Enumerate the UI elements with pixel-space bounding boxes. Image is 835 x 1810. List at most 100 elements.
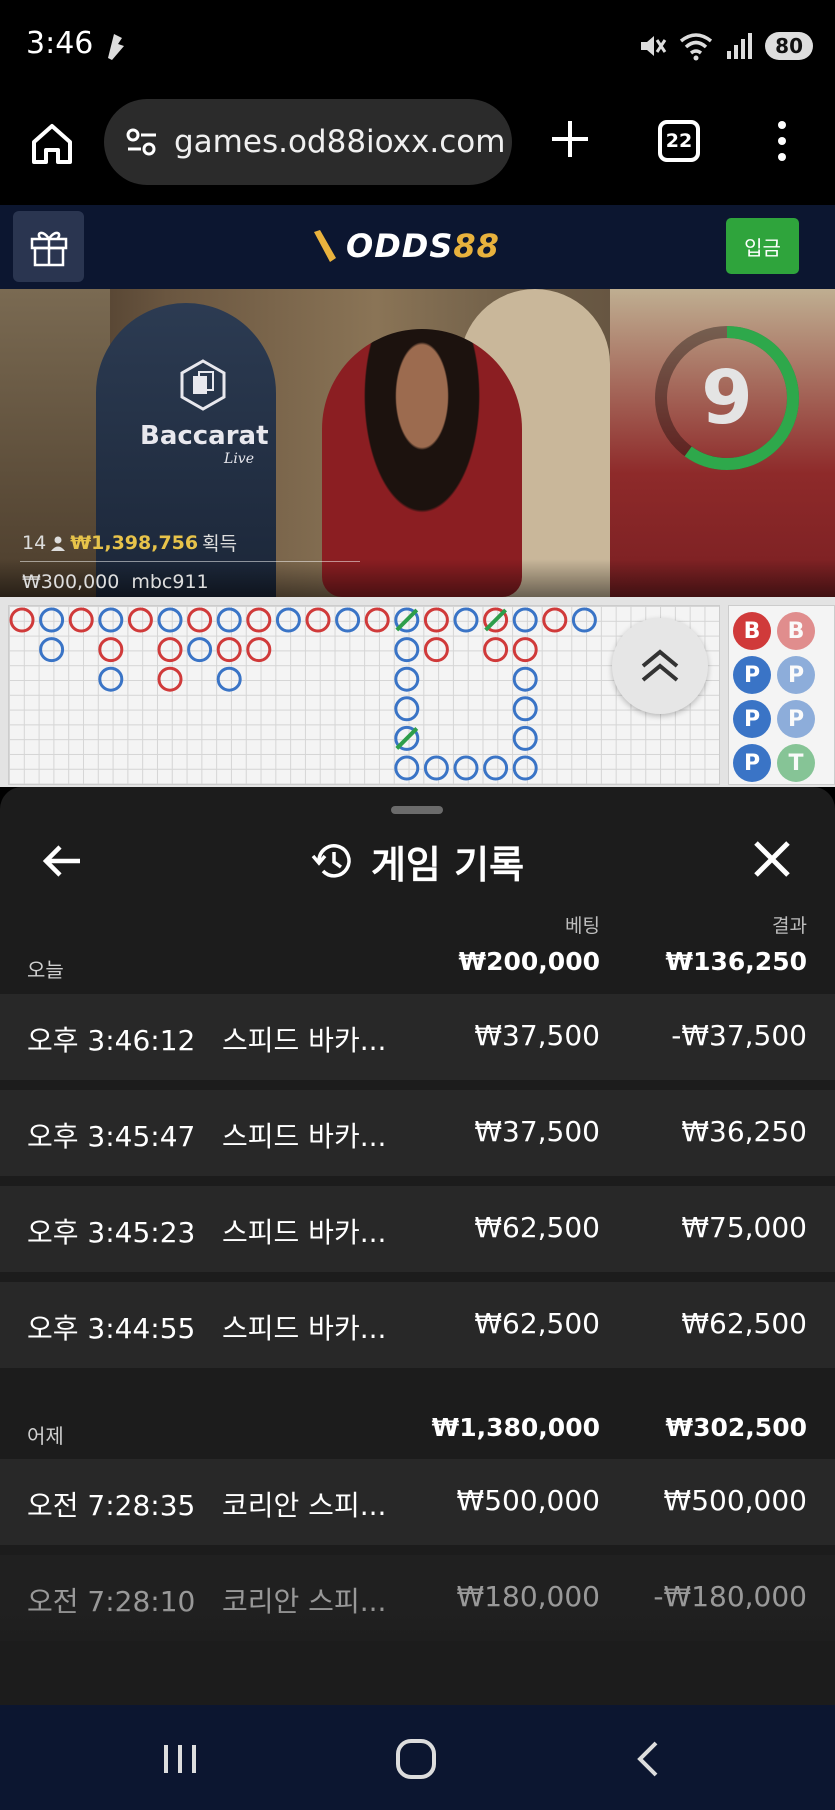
player-bead (335, 607, 361, 633)
browser-menu-icon[interactable] (770, 119, 794, 163)
row-game: 코리안 스피... (222, 1489, 387, 1522)
player-bead (187, 637, 213, 663)
sheet-grabber[interactable] (391, 806, 443, 814)
system-nav-bar (0, 1705, 835, 1810)
address-bar[interactable]: games.od88ioxx.com (104, 99, 512, 185)
roadmap: BBPPPPPT (0, 597, 835, 787)
row-result: ₩36,250 (681, 1115, 807, 1148)
history-row[interactable]: 오후 3:45:23 스피드 바카... ₩62,500 ₩75,000 (0, 1186, 835, 1272)
browser-home-icon[interactable] (28, 120, 76, 168)
system-home-icon[interactable] (394, 1737, 438, 1781)
player-bead (394, 755, 420, 781)
tab-switcher-button[interactable]: 22 (658, 120, 700, 162)
row-game: 스피드 바카... (222, 1120, 387, 1153)
user-icon (51, 536, 66, 551)
row-bet: ₩62,500 (474, 1211, 600, 1244)
bead-plate: BBPPPPPT (728, 605, 835, 785)
deposit-button[interactable]: 입금 (726, 218, 799, 274)
status-time: 3:46 (26, 26, 94, 61)
row-result: ₩500,000 (663, 1484, 807, 1517)
row-game: 스피드 바카... (222, 1312, 387, 1345)
banker-bead (9, 607, 35, 633)
row-game: 스피드 바카... (222, 1024, 387, 1057)
player-bead (394, 637, 420, 663)
bead-plate-item: P (777, 656, 815, 694)
player-bead (423, 755, 449, 781)
dealer-image (322, 329, 522, 597)
sheet-header: 게임 기록 (0, 831, 835, 891)
gift-button[interactable] (13, 211, 84, 282)
group-label-yesterday: 어제 (27, 1424, 64, 1448)
baccarat-logo: Baccarat Live (140, 359, 269, 467)
history-row[interactable]: 오후 3:44:55 스피드 바카... ₩62,500 ₩62,500 (0, 1282, 835, 1368)
bead-plate-item: P (777, 700, 815, 738)
row-time: 오후 3:46:12 (27, 1024, 196, 1057)
banker-bead (187, 607, 213, 633)
row-result: ₩75,000 (681, 1211, 807, 1244)
banker-bead (483, 637, 509, 663)
row-bet: ₩500,000 (456, 1484, 600, 1517)
bead-plate-item: P (733, 700, 771, 738)
row-result: ₩62,500 (681, 1307, 807, 1340)
site-settings-icon[interactable] (122, 122, 162, 162)
live-video[interactable]: Baccarat Live 9 14 ₩1,398,756 획득 ₩300,00… (0, 289, 835, 597)
bead-plate-item: B (733, 612, 771, 650)
row-time: 오전 7:28:35 (27, 1489, 196, 1522)
player-bead (453, 607, 479, 633)
player-bead (157, 607, 183, 633)
player-bead (39, 607, 65, 633)
expand-roadmap-button[interactable] (612, 618, 708, 714)
winnings-amount: ₩1,398,756 (70, 531, 199, 554)
player-bead (483, 755, 509, 781)
logo-text-white: ODDS (346, 227, 454, 265)
recent-apps-icon[interactable] (160, 1741, 200, 1777)
player-bead (275, 607, 301, 633)
player-bead (394, 696, 420, 722)
history-row[interactable]: 오전 7:28:35 코리안 스피... ₩500,000 ₩500,000 (0, 1459, 835, 1545)
last-bet-amount: ₩300,000 (22, 571, 120, 593)
sheet-title: 게임 기록 (370, 842, 525, 887)
banker-bead (512, 637, 538, 663)
baccarat-logo-icon (180, 359, 226, 411)
banker-bead (98, 637, 124, 663)
game-history-sheet: 게임 기록 베팅 결과 오늘 ₩200,000 ₩136,250 오후 3:46… (0, 787, 835, 1705)
site-header: ODDS88 입금 (0, 205, 835, 289)
row-time: 오후 3:45:23 (27, 1216, 196, 1249)
banker-bead (157, 637, 183, 663)
player-bead (216, 607, 242, 633)
mute-icon (641, 36, 667, 56)
players-winnings: 14 ₩1,398,756 획득 (22, 529, 237, 556)
history-icon (311, 844, 351, 878)
player-bead (98, 666, 124, 692)
bead-plate-item: P (733, 656, 771, 694)
history-row[interactable]: 오후 3:45:47 스피드 바카... ₩37,500 ₩36,250 (0, 1090, 835, 1176)
site-logo[interactable]: ODDS88 (310, 223, 500, 269)
baccarat-subtitle: Live (224, 451, 254, 467)
banker-bead (246, 607, 272, 633)
last-bet-user: mbc911 (131, 571, 209, 593)
countdown-number: 9 (701, 355, 753, 441)
notification-icon (108, 34, 124, 60)
banker-bead (157, 666, 183, 692)
group-total-bet: ₩1,380,000 (431, 1413, 600, 1442)
signal-icon (727, 33, 753, 59)
row-bet: ₩37,500 (474, 1019, 600, 1052)
logo-mark-icon (314, 230, 336, 262)
new-tab-icon[interactable] (548, 117, 592, 161)
column-header-result: 결과 (772, 915, 807, 937)
wifi-icon (680, 33, 713, 61)
group-total-result: ₩302,500 (665, 1413, 807, 1442)
status-bar: 3:46 80 (0, 0, 835, 95)
bead-plate-item: P (733, 744, 771, 782)
banker-bead (127, 607, 153, 633)
player-bead (39, 637, 65, 663)
system-back-icon[interactable] (632, 1739, 662, 1779)
history-row[interactable]: 오후 3:46:12 스피드 바카... ₩37,500 -₩37,500 (0, 994, 835, 1080)
winnings-label: 획득 (202, 533, 238, 555)
close-icon[interactable] (752, 839, 792, 879)
player-bead (512, 607, 538, 633)
bead-plate-item: B (777, 612, 815, 650)
player-bead (512, 755, 538, 781)
player-bead (394, 666, 420, 692)
player-bead (512, 725, 538, 751)
